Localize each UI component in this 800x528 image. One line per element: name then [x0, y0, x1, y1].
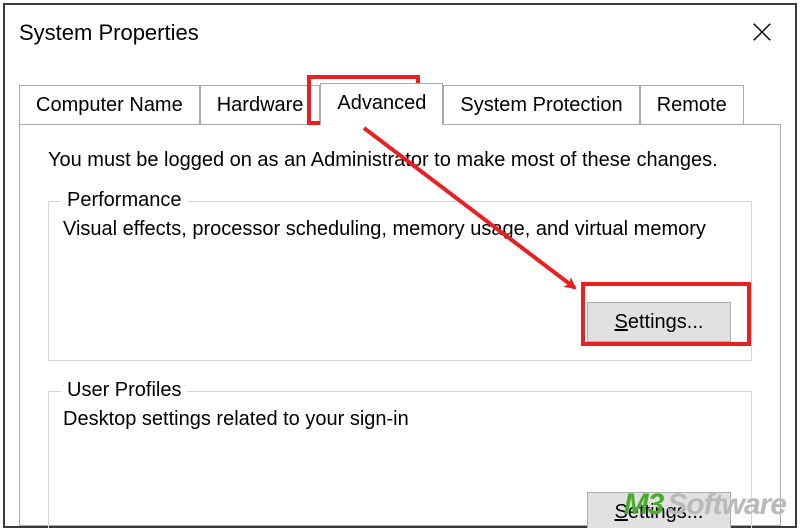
close-icon: [751, 21, 773, 43]
close-button[interactable]: [739, 11, 785, 53]
user-profiles-legend: User Profiles: [61, 379, 187, 402]
settings-label-rest: ettings...: [628, 311, 704, 334]
advanced-tab-panel: You must be logged on as an Administrato…: [19, 124, 781, 526]
performance-groupbox: Performance Visual effects, processor sc…: [48, 201, 752, 361]
performance-settings-button[interactable]: Settings...: [587, 302, 731, 342]
tab-system-protection[interactable]: System Protection: [443, 85, 639, 126]
titlebar: System Properties: [5, 5, 795, 61]
tab-advanced[interactable]: Advanced: [320, 83, 443, 126]
tab-remote[interactable]: Remote: [640, 85, 744, 126]
dialog-frame: System Properties Computer Name Hardware…: [3, 3, 797, 528]
settings-label-rest: ettings...: [628, 501, 704, 524]
user-profiles-groupbox: User Profiles Desktop settings related t…: [48, 391, 752, 528]
settings-hotkey: S: [615, 501, 628, 524]
user-profiles-desc: Desktop settings related to your sign-in: [63, 408, 737, 431]
admin-note: You must be logged on as an Administrato…: [48, 149, 718, 172]
window-title: System Properties: [19, 20, 199, 46]
tabstrip: Computer Name Hardware Advanced System P…: [19, 83, 744, 125]
performance-legend: Performance: [61, 189, 188, 212]
performance-desc: Visual effects, processor scheduling, me…: [63, 218, 737, 241]
tab-hardware[interactable]: Hardware: [200, 85, 321, 126]
tab-computer-name[interactable]: Computer Name: [19, 85, 200, 126]
settings-hotkey: S: [615, 311, 628, 334]
user-profiles-settings-button[interactable]: Settings...: [587, 492, 731, 528]
